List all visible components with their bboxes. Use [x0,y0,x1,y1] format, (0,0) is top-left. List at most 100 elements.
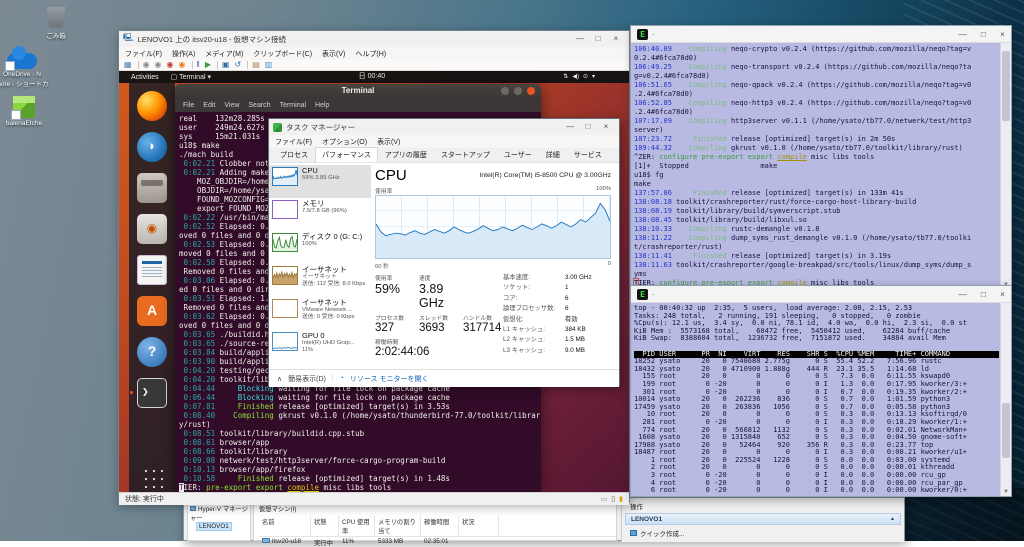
network-icon[interactable]: ⇅ [563,71,568,83]
tab-スタートアップ[interactable]: スタートアップ [434,147,497,162]
maximize-icon[interactable] [514,87,522,95]
close-icon[interactable]: × [597,119,615,135]
vm-menu-item[interactable]: クリップボード(C) [253,49,312,59]
tab-パフォーマンス[interactable]: パフォーマンス [315,147,378,162]
terminal-menu-item[interactable]: Help [315,102,329,109]
terminal-icon[interactable]: ❯ [137,378,167,408]
minimize-icon[interactable] [501,87,509,95]
vm-col-2[interactable]: CPU 使用率 [339,516,375,536]
actions-group-header[interactable]: LENOVO1 ▲ [625,513,901,525]
tm-menu-item[interactable]: オプション(O) [322,137,367,147]
build-terminal-output[interactable]: ▼ 106:40.89 Compiling neqo-crypto v0.2.4… [631,43,1011,289]
tm-sidebar-item-mem[interactable]: メモリ7.5/7.8 GB (96%) [269,198,371,231]
switch-icon[interactable]: ▦ [124,60,132,70]
collapse-icon[interactable]: ▲ [890,516,895,522]
tm-sidebar-item-gpu[interactable]: GPU 0Intel(R) UHD Grap...11% [269,330,371,363]
power-icon[interactable]: ◉ [143,60,150,70]
tab-詳細[interactable]: 詳細 [539,147,567,162]
tab-アプリの履歴[interactable]: アプリの履歴 [378,147,434,162]
libreoffice-writer-icon[interactable] [137,255,167,285]
top-terminal-output[interactable]: ▼ top - 00:40:32 up 2:35, 5 users, load … [631,303,1011,496]
vm-col-3[interactable]: メモリの割り当て [375,516,421,536]
activities-button[interactable]: Activities [131,74,159,81]
vm-menu-item[interactable]: 表示(V) [322,49,345,59]
save-state-icon[interactable]: ◉ [179,60,186,70]
scrollbar-thumb[interactable] [1002,403,1010,458]
tm-menu-item[interactable]: ファイル(F) [275,137,312,147]
vm-table-header[interactable]: 名前状態CPU 使用率メモリの割り当て稼働時間状況 [259,516,616,537]
scrollbar[interactable]: ▼ [1000,43,1011,289]
tm-sidebar-item-eth[interactable]: イーサネットイーサネット送信: 112 受信: 8.0 Kbps [269,264,371,297]
terminal-menu-item[interactable]: Search [248,102,270,109]
maximize-icon[interactable]: □ [981,29,986,39]
vm-menu-item[interactable]: メディア(M) [205,49,243,59]
volume-icon[interactable]: ◀) [572,71,579,83]
close-icon[interactable] [527,87,535,95]
hyperv-tree-root[interactable]: Hyper-V マネージャー [190,504,248,522]
terminal-menu-item[interactable]: Terminal [280,102,306,109]
maximize-icon[interactable]: □ [589,31,607,47]
revert-icon[interactable]: ↺ [235,60,242,70]
maximize-icon[interactable]: □ [981,289,986,299]
terminal-title-bar[interactable]: Terminal [175,84,541,98]
vm-col-1[interactable]: 状態 [311,516,339,536]
maximize-icon[interactable]: □ [579,119,597,135]
top-terminal-title-bar[interactable]: E - —□× [631,286,1011,303]
scrollbar[interactable]: ▼ [1000,303,1011,496]
chevron-down-icon[interactable]: ▾ [592,71,595,83]
scroll-down-icon[interactable]: ▼ [1003,489,1009,495]
tab-サービス[interactable]: サービス [567,147,609,162]
tm-window-controls[interactable]: —□× [561,119,615,135]
minimize-icon[interactable]: — [958,29,967,39]
rhythmbox-icon[interactable]: ◉ [137,214,167,244]
help-icon[interactable]: ? [137,337,167,367]
scrollbar-thumb[interactable] [1002,51,1010,121]
pause-icon[interactable]: ‖ [197,60,200,70]
tm-sidebar-item-cpu[interactable]: CPU59% 3.89 GHz [269,165,371,198]
cpu-usage-graph[interactable] [375,195,611,259]
terminal-menu-item[interactable]: View [224,102,239,109]
tab-プロセス[interactable]: プロセス [273,147,315,162]
vm-col-0[interactable]: 名前 [259,516,311,536]
vm-window-controls[interactable]: —□× [571,31,625,47]
firefox-icon[interactable] [137,91,167,121]
vm-menu-item[interactable]: 操作(A) [172,49,195,59]
tm-menu-item[interactable]: 表示(V) [377,137,400,147]
vm-menu-item[interactable]: ヘルプ(H) [355,49,386,59]
build-terminal-controls[interactable]: — □ × [958,29,1005,39]
a-app-icon[interactable]: A [137,296,167,326]
thunderbird-icon[interactable]: ◗ [137,132,167,162]
vm-title-bar[interactable]: 🖳 LENOVO1 上の itsv20-u18 - 仮想マシン接続 —□× [119,31,629,47]
close-icon[interactable]: × [1000,289,1005,299]
tm-title-bar[interactable]: タスク マネージャー —□× [269,119,619,135]
desktop-icon-onedrive[interactable]: OneDrive - N more - ショートカ [0,53,54,88]
tab-ユーザー[interactable]: ユーザー [497,147,539,162]
vm-menu-item[interactable]: ファイル(F) [125,49,162,59]
terminal-menu-item[interactable]: Edit [203,102,215,109]
close-icon[interactable]: × [607,31,625,47]
enhanced-session-icon[interactable]: ▥ [265,60,273,70]
system-status-icons[interactable]: ⇅ ◀) ⊙ ▾ [563,71,595,83]
close-icon[interactable]: × [1000,29,1005,39]
clock[interactable]: 日 00:40 [359,71,385,83]
wall-icon[interactable]: ▤ [252,60,260,70]
shutdown-icon[interactable]: ◉ [155,60,162,70]
tm-sidebar-item-disk[interactable]: ディスク 0 (G: C:)100% [269,231,371,264]
start-icon[interactable]: ▶ [205,60,211,70]
vm-table-row[interactable]: itsv20-u18実行中11%5333 MB02:35:01 [259,538,616,547]
build-terminal-title-bar[interactable]: E - —□× [631,26,1011,43]
terminal-menu-item[interactable]: File [183,102,194,109]
power-icon[interactable]: ⊙ [583,71,588,83]
terminal-window-controls[interactable] [501,87,535,95]
minimize-icon[interactable]: — [571,31,589,47]
simple-view-button[interactable]: 簡易表示(D) [288,374,326,384]
app-menu[interactable]: ▢ Terminal ▾ [171,73,211,81]
top-terminal-controls[interactable]: —□× [958,289,1005,299]
tm-sidebar-item-eth2[interactable]: イーサネットVMware Network ...送信: 0 受信: 0 Kbps [269,297,371,330]
hyperv-tree-item-lenovo1[interactable]: LENOVO1 [196,522,232,531]
minimize-icon[interactable]: — [561,119,579,135]
action-quick-create[interactable]: クイック作成... [622,525,904,538]
desktop-icon-recycle-bin[interactable]: ごみ箱 [24,4,88,40]
checkpoint-icon[interactable]: ▣ [222,60,230,70]
vm-col-5[interactable]: 状況 [459,516,499,536]
